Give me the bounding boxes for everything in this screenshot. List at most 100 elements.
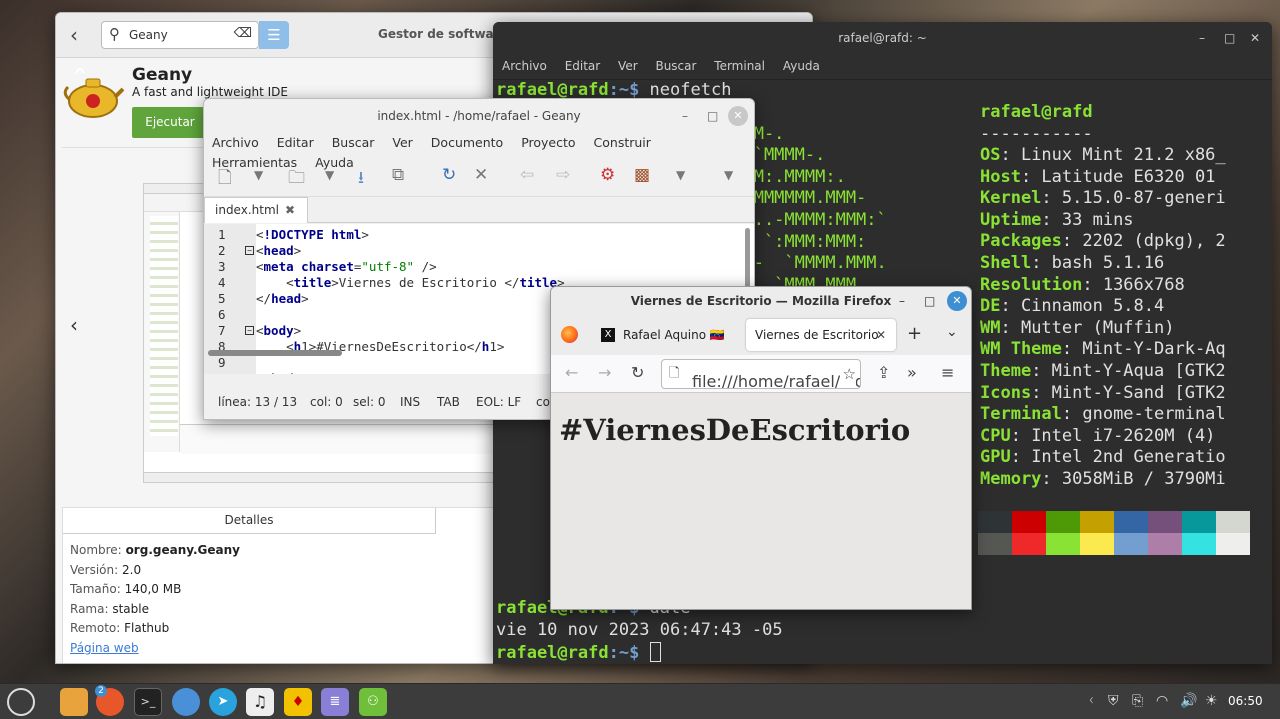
website-link[interactable]: Página web	[70, 641, 139, 655]
menu-ver[interactable]: Ver	[618, 59, 638, 73]
open-file-icon[interactable]: 🗀	[288, 165, 305, 194]
telegram-icon[interactable]: ➤	[209, 688, 237, 716]
launch-button[interactable]: Ejecutar	[132, 107, 208, 138]
status-tab: TAB	[437, 395, 460, 409]
dropdown-icon[interactable]: ▼	[325, 168, 334, 182]
search-mode-button[interactable]: ☰	[259, 21, 289, 49]
maximize-icon[interactable]: □	[1224, 22, 1235, 55]
back-icon[interactable]: ←	[565, 363, 578, 382]
new-tab-icon[interactable]: +	[907, 323, 922, 344]
forward-icon[interactable]: →	[598, 363, 611, 382]
page-icon: 🗋	[669, 366, 680, 381]
back-arrow-icon[interactable]: ‹	[70, 23, 78, 47]
compile-icon[interactable]: ⚙	[600, 165, 615, 185]
menu-archivo[interactable]: Archivo	[212, 135, 259, 150]
details-tab[interactable]: Detalles	[63, 508, 436, 534]
minimize-icon[interactable]: –	[899, 287, 905, 315]
close-tab-icon[interactable]: ✖	[285, 198, 295, 222]
maximize-icon[interactable]: □	[707, 99, 718, 133]
url-bar[interactable]: 🗋 file:///home/rafael/index.html ☆	[661, 359, 861, 389]
web-page: #ViernesDeEscritorio	[551, 393, 971, 609]
back-icon[interactable]: ⇦	[520, 165, 534, 185]
palette-swatch	[978, 511, 1012, 533]
previous-screenshot-arrow-icon[interactable]: ‹	[70, 313, 78, 337]
overflow-dropdown-icon[interactable]: ▼	[724, 168, 733, 182]
palette-swatch	[1114, 533, 1148, 555]
search-input[interactable]: ⚲ Geany ⌫	[101, 21, 259, 49]
fold-marker[interactable]: −	[245, 246, 254, 255]
firefox-icon[interactable]	[561, 326, 578, 343]
bluetooth-icon[interactable]: ᚲ	[1087, 693, 1095, 709]
maximize-icon[interactable]: □	[924, 287, 935, 315]
tab-rafael-aquino[interactable]: X Rafael Aquino 🇻🇪 🇻🇪	[593, 321, 738, 370]
software-manager-icon[interactable]: ⚇	[359, 688, 387, 716]
horizontal-scrollbar[interactable]	[208, 350, 342, 356]
fold-marker[interactable]: −	[245, 326, 254, 335]
save-icon[interactable]: ⭳	[358, 165, 364, 194]
palette-swatch	[1046, 511, 1080, 533]
mint-menu-icon[interactable]	[7, 688, 35, 716]
menu-buscar[interactable]: Buscar	[332, 135, 375, 150]
terminal-menubar: Archivo Editar Ver Buscar Terminal Ayuda	[493, 55, 1272, 80]
document-tabs: index.html ✖	[204, 197, 754, 223]
music-icon[interactable]: ♫	[246, 688, 274, 716]
menu-icon[interactable]: ≡	[941, 363, 954, 382]
tab-list-icon[interactable]: ⌄	[946, 324, 958, 340]
status-ins: INS	[400, 395, 421, 409]
search-icon: ⚲	[109, 25, 120, 43]
files-icon[interactable]	[60, 688, 88, 716]
palette-swatch	[1216, 533, 1250, 555]
menu-terminal[interactable]: Terminal	[714, 59, 765, 73]
close-file-icon[interactable]: ✕	[474, 165, 488, 185]
menu-documento[interactable]: Documento	[431, 135, 503, 150]
info-row: Icons: Mint-Y-Sand [GTK2	[980, 382, 1226, 403]
extensions-icon[interactable]: ⇪	[877, 363, 890, 382]
close-tab-icon[interactable]: ✕	[876, 319, 886, 351]
update-manager-icon[interactable]: ⛨	[1108, 693, 1119, 709]
close-icon[interactable]: ✕	[947, 291, 967, 311]
line-number: 7	[218, 323, 226, 338]
forward-icon[interactable]: ⇨	[556, 165, 570, 185]
minimize-icon[interactable]: –	[1199, 22, 1205, 55]
clear-search-icon[interactable]: ⌫	[234, 26, 252, 41]
info-row: Packages: 2202 (dpkg), 2	[980, 231, 1226, 252]
text-editor-icon[interactable]: ≣	[321, 688, 349, 716]
close-icon[interactable]: ✕	[728, 106, 748, 126]
geany-launcher-icon[interactable]: ♦	[284, 688, 312, 716]
menu-editar[interactable]: Editar	[277, 135, 314, 150]
terminal-launcher-icon[interactable]: >_	[134, 688, 162, 716]
minimize-icon[interactable]: –	[682, 99, 688, 133]
close-icon[interactable]: ✕	[1250, 22, 1260, 55]
browser-icon[interactable]	[172, 688, 200, 716]
save-all-icon[interactable]: ⧉	[392, 165, 404, 185]
reload-icon[interactable]: ↻	[442, 165, 456, 185]
menu-proyecto[interactable]: Proyecto	[521, 135, 575, 150]
menu-ver[interactable]: Ver	[392, 135, 412, 150]
volume-icon[interactable]: 🔊	[1180, 693, 1197, 709]
dropdown-icon[interactable]: ▼	[254, 168, 263, 182]
overflow-icon[interactable]: »	[907, 363, 917, 382]
menu-buscar[interactable]: Buscar	[655, 59, 696, 73]
reload-icon[interactable]: ↻	[631, 363, 644, 382]
menu-construir[interactable]: Construir	[594, 135, 651, 150]
details-panel: Detalles Nombre: org.geany.Geany Versión…	[62, 507, 502, 663]
menu-ayuda[interactable]: Ayuda	[783, 59, 820, 73]
bookmark-star-icon[interactable]: ☆	[839, 360, 856, 388]
menu-archivo[interactable]: Archivo	[502, 59, 547, 73]
palette-swatch	[1046, 533, 1080, 555]
dropdown-icon[interactable]: ▼	[676, 168, 685, 182]
terminal-title: rafael@rafd: ~	[838, 31, 927, 45]
clock[interactable]: 06:50	[1228, 694, 1263, 708]
menu-editar[interactable]: Editar	[565, 59, 601, 73]
palette-swatch	[1114, 511, 1148, 533]
tab-viernes-de-escritorio[interactable]: Viernes de Escritorio ✕	[746, 319, 896, 351]
new-file-icon[interactable]: 🗋	[218, 165, 232, 194]
wifi-icon[interactable]: ◠	[1156, 693, 1168, 709]
line-number: 3	[218, 259, 226, 274]
build-icon[interactable]: ▩	[634, 165, 650, 185]
info-row: OS: Linux Mint 21.2 x86_	[980, 145, 1226, 165]
document-tab[interactable]: index.html ✖	[204, 197, 308, 223]
clipboard-icon[interactable]: ⎘	[1132, 693, 1143, 709]
info-row: Host: Latitude E6320 01	[980, 166, 1216, 187]
brightness-icon[interactable]: ☀	[1205, 693, 1218, 709]
